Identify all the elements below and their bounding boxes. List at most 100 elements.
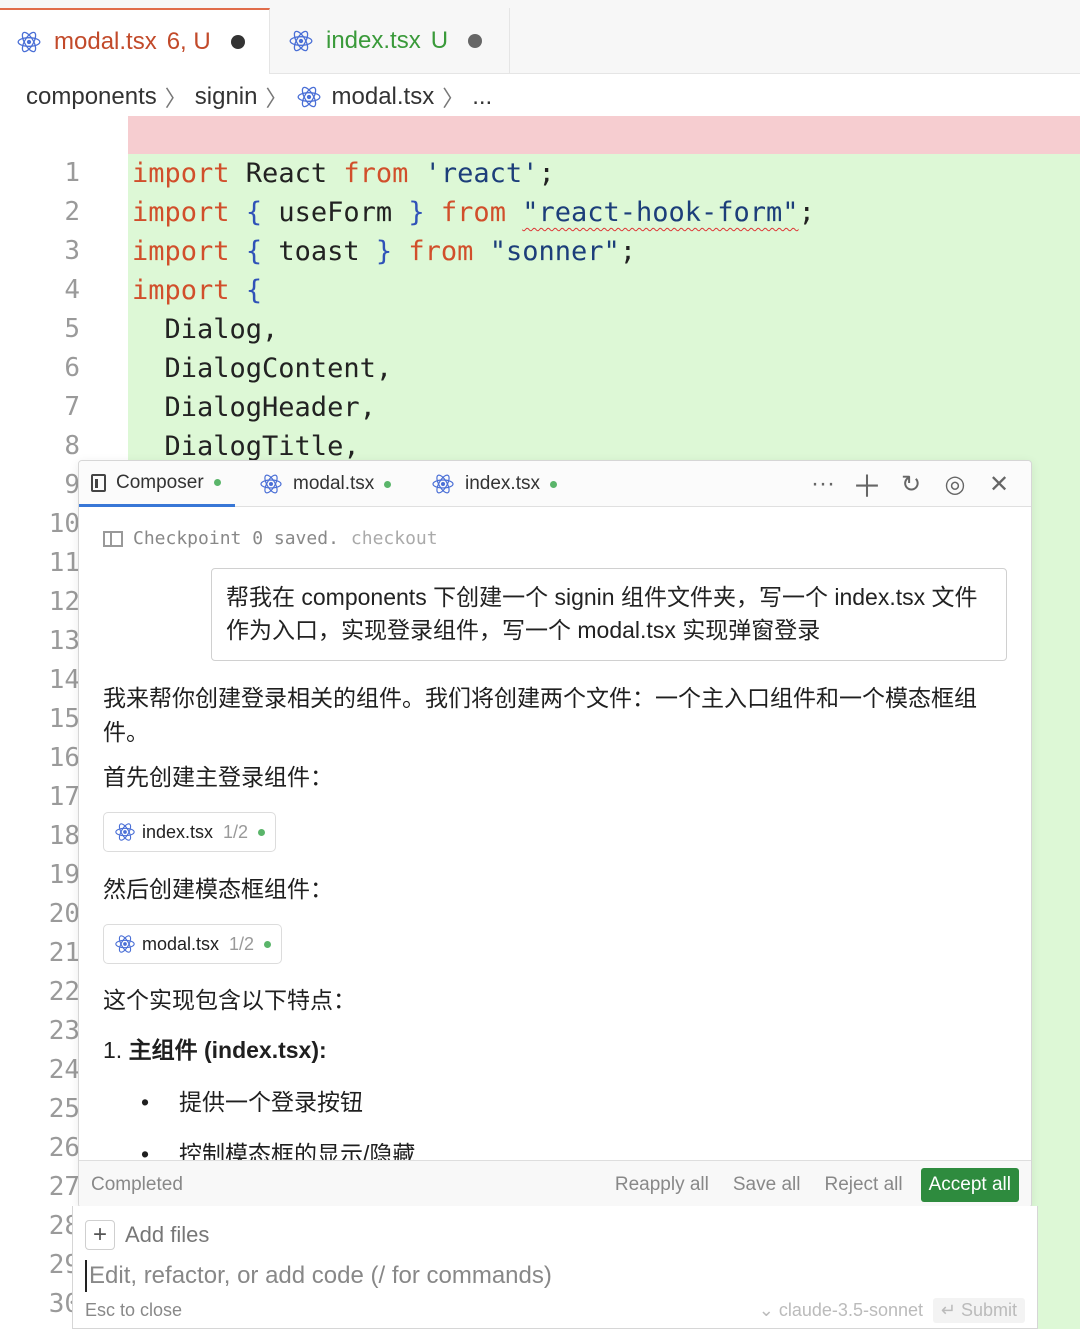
code-token: from [408, 236, 474, 267]
file-chip-progress: 1/2 [229, 933, 255, 954]
code-token: ; [619, 236, 637, 267]
chevron-down-icon: ⌄ [758, 1300, 779, 1320]
code-token: useForm [262, 197, 409, 228]
more-icon[interactable]: ··· [801, 461, 845, 507]
tab-badge: 6, U [166, 28, 211, 55]
line-number: 2 [64, 197, 80, 227]
status-text: Completed [91, 1174, 183, 1195]
add-files-label: Add files [125, 1222, 210, 1247]
add-files-control[interactable]: + Add files [85, 1220, 209, 1250]
code-line[interactable]: Dialog, [132, 310, 1080, 349]
submit-label: Submit [960, 1300, 1017, 1320]
code-line[interactable]: import { [132, 271, 1080, 310]
composer-conversation[interactable]: Checkpoint 0 saved. checkout 帮我在 compone… [79, 508, 1031, 1160]
line-number-gutter: 1 2 3 4 5 6 7 8 9 10 11 12 13 14 15 16 17 18 19 20 21 22 23 24 2… [0, 154, 80, 1324]
status-dot-icon [213, 479, 221, 486]
line-number: 26 [48, 1133, 80, 1163]
code-token: } [408, 197, 425, 228]
file-chip-name: modal.tsx [142, 933, 220, 954]
document-icon [91, 473, 106, 492]
unsaved-dot-icon[interactable] [230, 35, 245, 49]
deleted-line-highlight [128, 116, 1080, 154]
code-token: from [440, 197, 506, 228]
assistant-features: 这个实现包含以下特点： [103, 987, 356, 1013]
line-number: 23 [48, 1016, 80, 1046]
plus-icon[interactable]: + [85, 1220, 115, 1250]
breadcrumb-item[interactable]: ... [472, 83, 492, 111]
code-line[interactable]: DialogHeader, [132, 388, 1080, 427]
code-line[interactable]: DialogContent, [132, 349, 1080, 388]
line-number: 6 [64, 353, 80, 383]
react-icon [296, 84, 322, 110]
checkout-link[interactable]: checkout [351, 528, 438, 549]
unsaved-dot-icon[interactable] [468, 34, 483, 48]
line-number: 11 [48, 548, 80, 578]
tab-index-tsx[interactable]: index.tsx U [272, 8, 510, 74]
line-number: 14 [48, 665, 80, 695]
esc-hint: Esc to close [85, 1300, 183, 1320]
code-token: import [132, 236, 230, 267]
code-line[interactable]: import { useForm } from "react-hook-form… [132, 193, 1080, 232]
code-line[interactable]: import { toast } from "sonner"; [132, 232, 1080, 271]
code-token: { [245, 236, 263, 267]
react-icon [114, 933, 136, 955]
assistant-step-2: 然后创建模态框组件： [103, 876, 333, 902]
code-token: from [343, 158, 409, 189]
line-number: 19 [48, 860, 80, 890]
line-number: 3 [64, 236, 80, 266]
code-token: 'react' [424, 158, 539, 189]
composer-input-area: + Add files Edit, refactor, or add code … [72, 1206, 1038, 1329]
line-number: 1 [64, 158, 80, 188]
accept-all-button[interactable]: Accept all [920, 1168, 1019, 1202]
tab-label: index.tsx [326, 27, 421, 54]
code-token: import [132, 158, 230, 189]
code-token: toast [262, 236, 376, 267]
submit-button[interactable]: ↵ Submit [932, 1298, 1025, 1323]
code-token: "react-hook-form" [522, 197, 799, 228]
line-number: 27 [48, 1172, 80, 1202]
plus-icon[interactable]: ＋ [845, 461, 889, 507]
save-all-button[interactable]: Save all [733, 1174, 801, 1196]
prompt-input[interactable]: Edit, refactor, or add code (/ for comma… [85, 1260, 552, 1292]
reapply-all-button[interactable]: Reapply all [615, 1174, 709, 1196]
checkpoint-notice: Checkpoint 0 saved. checkout [103, 528, 438, 549]
file-chip-modal[interactable]: modal.tsx 1/2 [103, 924, 283, 964]
react-icon [114, 821, 136, 843]
chevron-right-icon: 〉 [265, 86, 288, 111]
file-chip-index[interactable]: index.tsx 1/2 [103, 812, 277, 852]
list-item: 提供一个登录按钮 [141, 1085, 363, 1119]
tab-modal-tsx[interactable]: modal.tsx 6, U [0, 8, 270, 74]
react-icon [16, 29, 42, 55]
tab-composer[interactable]: Composer [79, 461, 235, 507]
gauge-icon[interactable]: ◎ [933, 461, 977, 507]
status-dot-icon [264, 940, 272, 948]
tab-modal-tsx[interactable]: modal.tsx [259, 461, 392, 507]
line-number: 15 [48, 704, 80, 734]
history-icon[interactable]: ↻ [889, 461, 933, 507]
reject-all-button[interactable]: Reject all [824, 1174, 902, 1196]
code-line[interactable]: import React from 'react'; [132, 154, 1080, 193]
breadcrumb-item[interactable]: signin [195, 83, 258, 111]
line-number: 17 [48, 782, 80, 812]
tab-badge: U [430, 27, 449, 54]
line-number: 5 [64, 314, 80, 344]
checkpoint-text: Checkpoint 0 saved. [133, 528, 339, 549]
line-number: 10 [48, 509, 80, 539]
model-selector[interactable]: ⌄ claude-3.5-sonnet [759, 1300, 923, 1321]
breadcrumb-item[interactable]: components [26, 83, 157, 111]
breadcrumb-item[interactable]: modal.tsx [332, 83, 435, 111]
tab-index-tsx[interactable]: index.tsx [431, 461, 557, 507]
line-number: 13 [48, 626, 80, 656]
code-content[interactable]: import React from 'react'; import { useFo… [132, 154, 1080, 466]
line-number: 9 [64, 470, 80, 500]
file-chip-name: index.tsx [142, 821, 214, 842]
close-icon[interactable]: ✕ [977, 461, 1021, 507]
composer-status-bar: Completed Reapply all Save all Reject al… [79, 1160, 1031, 1207]
assistant-intro: 我来帮你创建登录相关的组件。我们将创建两个文件：一个主入口组件和一个模态框组件。 [103, 685, 977, 745]
react-icon [431, 472, 455, 496]
